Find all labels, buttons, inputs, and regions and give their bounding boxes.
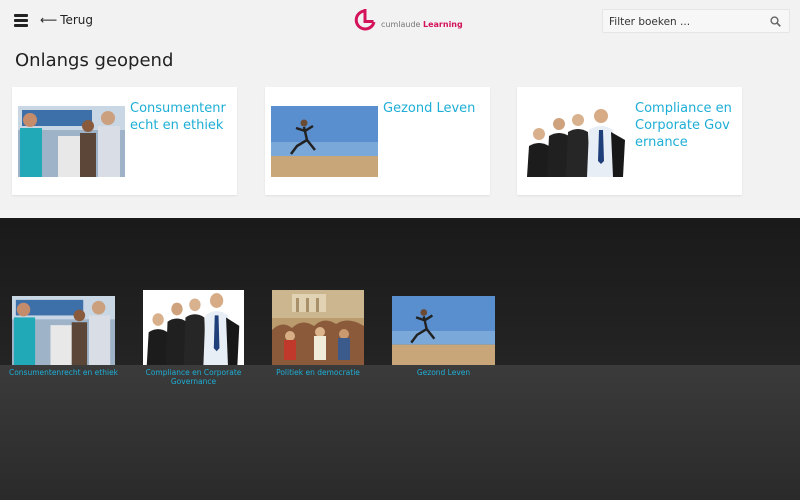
page-title: Onlangs geopend — [15, 50, 174, 71]
shelf-book-label: Politiek en democratie — [276, 368, 360, 377]
shelf-book-label: Compliance en Corporate Governance — [145, 368, 242, 386]
bookshelf: Consumentenrecht en ethiek Compliance en… — [0, 218, 800, 500]
runner-beach-thumbnail — [271, 106, 378, 177]
recent-card-title: Compliance en Corporate Governance — [635, 101, 732, 150]
shelf-book-label: Consumentenrecht en ethiek — [8, 368, 119, 377]
business-team-cover — [143, 290, 244, 365]
search-box — [602, 9, 790, 33]
shop-assistant-customers-cover — [12, 296, 115, 365]
search-icon[interactable] — [770, 16, 781, 27]
runner-beach-cover — [392, 296, 495, 365]
shelf-book-label: Gezond Leven — [416, 368, 471, 377]
business-team-thumbnail — [523, 106, 630, 177]
shelf-floor — [0, 365, 800, 500]
back-button[interactable]: ⟵ Terug — [40, 13, 93, 27]
logo-text: cumlaude Learning — [381, 19, 463, 29]
recent-card-gezond-leven[interactable]: Gezond Leven — [265, 87, 490, 195]
recent-card-title: Gezond Leven — [383, 101, 476, 116]
shop-assistant-customers-thumbnail — [18, 106, 125, 177]
cumlaude-logo[interactable]: cumlaude Learning — [353, 8, 463, 34]
back-label: Terug — [60, 13, 94, 27]
top-bar: ⟵ Terug cumlaude Learning — [0, 0, 800, 42]
arrow-left-icon: ⟵ — [40, 13, 58, 27]
recent-card-consumentenrecht[interactable]: Consumentenrecht en ethiek — [12, 87, 237, 195]
recent-card-compliance[interactable]: Compliance en Corporate Governance — [517, 87, 742, 195]
cumlaude-logo-icon — [354, 9, 376, 31]
search-input[interactable] — [609, 13, 767, 30]
recent-card-title: Consumentenrecht en ethiek — [130, 101, 226, 133]
classical-painting-crowd-cover — [272, 290, 364, 365]
hamburger-menu-icon[interactable] — [14, 14, 28, 27]
